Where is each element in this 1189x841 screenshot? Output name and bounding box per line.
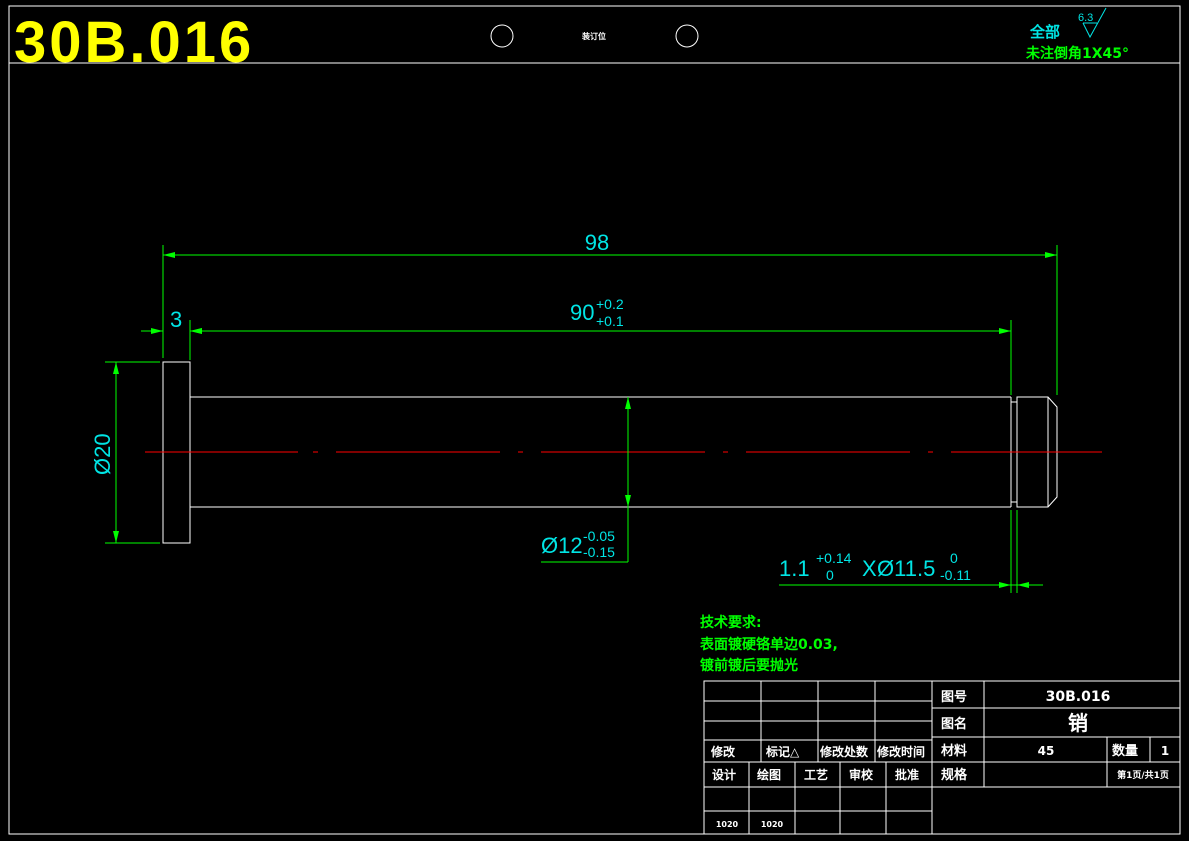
binding-hole-left	[490, 24, 514, 48]
title-block-page-info: 第1页/共1页	[1117, 769, 1169, 781]
dim-shaft-diameter-value: Ø12	[541, 533, 583, 558]
title-block-drawing-no-value: 30B.016	[1046, 689, 1111, 705]
title-block-material-value: 45	[1038, 744, 1055, 758]
surface-finish-scope: 全部	[1029, 23, 1060, 41]
dim-shaft-diameter-upper: -0.05	[583, 528, 615, 544]
dim-shaft-length-value: 90	[570, 300, 594, 325]
dim-head-diameter-value: Ø20	[90, 433, 115, 475]
title-block-part-name-value: 销	[1068, 711, 1088, 735]
revision-header-count: 修改处数	[819, 744, 869, 759]
tech-req-line1: 表面镀硬铬单边0.03,	[699, 636, 838, 653]
date-drafting: 1020	[761, 820, 784, 829]
dim-head-thickness-value: 3	[170, 307, 182, 332]
dim-groove-separator: X	[862, 556, 877, 581]
drawing-number-large: 30B.016	[14, 10, 254, 75]
revision-header-modify: 修改	[710, 744, 736, 759]
dim-groove-diameter-upper: 0	[950, 550, 958, 566]
dim-groove-width-upper: +0.14	[816, 550, 852, 566]
role-header-process: 工艺	[804, 767, 828, 782]
tech-req-title: 技术要求:	[700, 614, 762, 631]
dim-shaft-length-lower: +0.1	[596, 313, 624, 329]
cad-drawing: 30B.016 装订位 全部 6.3 未注倒角1X45° 98 90 +0.2 …	[8, 5, 1181, 835]
title-block-quantity-label: 数量	[1112, 743, 1138, 759]
dim-overall-length-value: 98	[585, 230, 609, 255]
binding-label: 装订位	[581, 31, 606, 41]
role-header-drafting: 绘图	[757, 767, 781, 782]
revision-header-time: 修改时间	[876, 744, 925, 759]
title-block-spec-label: 规格	[941, 767, 968, 783]
dim-groove-diameter: Ø11.5	[877, 556, 935, 581]
dim-groove-width: 1.1	[779, 556, 810, 581]
date-design: 1020	[716, 820, 739, 829]
tech-req-line2: 镀前镀后要抛光	[700, 657, 798, 674]
title-block-drawing-no-label: 图号	[941, 690, 967, 705]
role-header-approve: 批准	[895, 767, 919, 782]
title-block-part-name-label: 图名	[941, 716, 967, 732]
role-header-design: 设计	[712, 767, 736, 782]
role-header-review: 审校	[849, 767, 874, 782]
dim-shaft-length	[189, 320, 1012, 395]
title-block-quantity-value: 1	[1161, 744, 1169, 758]
dim-groove-width-lower: 0	[826, 567, 834, 583]
chamfer-note: 未注倒角1X45°	[1026, 45, 1129, 62]
dim-shaft-length-upper: +0.2	[596, 296, 624, 312]
binding-hole-right	[675, 24, 699, 48]
dim-shaft-diameter-lower: -0.15	[583, 544, 615, 560]
roughness-value: 6.3	[1078, 12, 1093, 24]
dim-groove-diameter-lower: -0.11	[940, 567, 971, 583]
revision-header-mark: 标记△	[765, 744, 800, 759]
drawing-frame	[8, 5, 1181, 835]
title-block-material-label: 材料	[941, 743, 967, 759]
